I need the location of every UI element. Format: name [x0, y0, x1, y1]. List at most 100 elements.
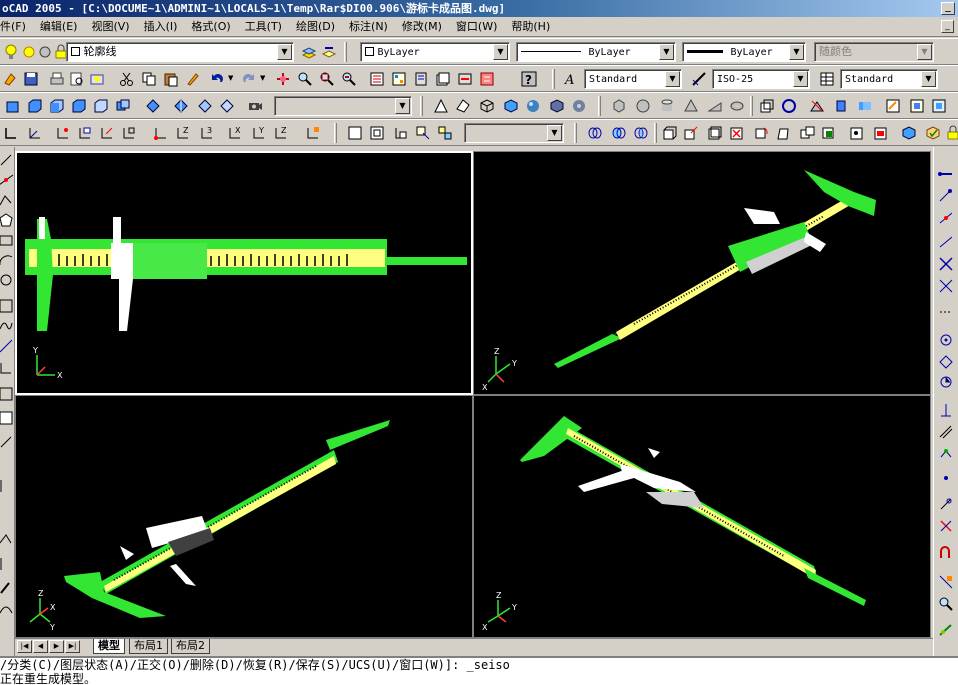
viewport-front[interactable]: Y X — [15, 151, 473, 395]
setup-view-icon[interactable] — [908, 97, 926, 115]
chevron-down-icon[interactable]: ▼ — [493, 44, 508, 60]
menu-format[interactable]: 格式(O) — [184, 17, 237, 37]
clean-icon[interactable] — [872, 124, 890, 142]
markup-icon[interactable] — [456, 70, 474, 88]
next-tab-icon[interactable]: ▶ — [49, 640, 64, 653]
scale-icon[interactable] — [937, 331, 955, 349]
chevron-down-icon[interactable]: ▼ — [659, 44, 674, 60]
toolbar-grip[interactable] — [344, 42, 347, 62]
ucs-dialog-icon[interactable] — [346, 124, 364, 142]
front-view-icon[interactable] — [92, 97, 110, 115]
point-icon[interactable] — [0, 409, 15, 427]
line-icon[interactable] — [0, 151, 15, 169]
make-block-icon[interactable] — [0, 385, 15, 403]
mesh-box-icon[interactable] — [548, 97, 566, 115]
properties-icon[interactable] — [368, 70, 386, 88]
rotate-icon[interactable] — [937, 303, 955, 321]
chevron-down-icon[interactable]: ▼ — [921, 71, 936, 87]
ucs-view-icon[interactable] — [120, 124, 138, 142]
fillet-edge-icon[interactable] — [937, 543, 955, 561]
linetype-dropdown[interactable]: ByLayer ▼ — [516, 42, 676, 62]
interfere-icon[interactable] — [856, 97, 874, 115]
command-line[interactable]: /分类(C)/图层状态(A)/正交(O)/删除(D)/恢复(R)/保存(S)/U… — [0, 656, 958, 685]
sw-iso-view-icon[interactable] — [144, 97, 162, 115]
left-view-icon[interactable] — [48, 97, 66, 115]
move-ucs-icon[interactable] — [414, 124, 432, 142]
chevron-down-icon[interactable]: ▼ — [260, 74, 265, 82]
menu-modify[interactable]: 修改(M) — [395, 17, 449, 37]
insert-block-icon[interactable] — [0, 359, 15, 377]
chevron-down-icon[interactable]: ▼ — [789, 44, 804, 60]
ucs-orthographic-icon[interactable] — [392, 124, 410, 142]
stretch-icon[interactable] — [937, 353, 955, 371]
viewport-ne-iso[interactable]: Z Y X — [473, 395, 931, 638]
spline-icon[interactable] — [0, 317, 15, 335]
redo-icon[interactable] — [240, 70, 258, 88]
layer-dropdown[interactable]: 轮廓线 ▼ — [66, 42, 294, 62]
move-icon[interactable] — [937, 277, 955, 295]
menu-dimension[interactable]: 标注(N) — [342, 17, 395, 37]
delete-faces-icon[interactable] — [728, 124, 746, 142]
zoom-window-icon[interactable] — [318, 70, 336, 88]
tab-model[interactable]: 模型 — [93, 639, 125, 654]
top-view-icon[interactable] — [4, 97, 22, 115]
paste-icon[interactable] — [162, 70, 180, 88]
extrude-faces-icon[interactable] — [660, 124, 678, 142]
rectangle-icon[interactable] — [0, 231, 15, 249]
chevron-down-icon[interactable]: ▼ — [917, 44, 932, 60]
shell-icon[interactable] — [900, 124, 918, 142]
chevron-down-icon[interactable]: ▼ — [228, 74, 233, 82]
mdi-minimize-button[interactable]: _ — [941, 20, 954, 33]
toolbar-grip[interactable] — [598, 96, 601, 116]
ne-iso-view-icon[interactable] — [196, 97, 214, 115]
solid-torus-icon[interactable] — [728, 97, 746, 115]
taper-faces-icon[interactable] — [774, 124, 792, 142]
sphere-surface-icon[interactable] — [524, 97, 542, 115]
se-iso-view-icon[interactable] — [172, 97, 190, 115]
text-icon[interactable] — [0, 579, 15, 597]
lineweight-dropdown[interactable]: ByLayer ▼ — [682, 42, 806, 62]
print-icon[interactable] — [48, 70, 66, 88]
menu-tools[interactable]: 工具(T) — [238, 17, 289, 37]
menu-window[interactable]: 窗口(W) — [449, 17, 504, 37]
toolbar-grip[interactable] — [552, 69, 555, 89]
toolbar-grip[interactable] — [654, 123, 657, 143]
back-view-icon[interactable] — [114, 97, 132, 115]
box-surface-icon[interactable] — [502, 97, 520, 115]
ucs-origin-icon[interactable] — [152, 124, 170, 142]
slice-icon[interactable] — [808, 97, 826, 115]
zoom-icon[interactable] — [937, 595, 955, 613]
setup-drawing-icon[interactable] — [884, 97, 902, 115]
nw-iso-view-icon[interactable] — [218, 97, 236, 115]
table-style-icon[interactable] — [818, 70, 836, 88]
zoom-realtime-icon[interactable] — [296, 70, 314, 88]
torus-surface-icon[interactable] — [570, 97, 588, 115]
region-icon[interactable] — [0, 477, 15, 495]
menu-view[interactable]: 视图(V) — [84, 17, 136, 37]
solid-cylinder-icon[interactable] — [658, 97, 676, 115]
2d-solid-icon[interactable] — [432, 97, 450, 115]
table-icon[interactable] — [0, 531, 15, 549]
move-faces-icon[interactable] — [682, 124, 700, 142]
extend-icon[interactable] — [937, 401, 955, 419]
make-current-layer-icon[interactable] — [320, 43, 338, 61]
array-icon[interactable] — [937, 255, 955, 273]
trim-icon[interactable] — [937, 373, 955, 391]
copy-object-icon[interactable] — [937, 187, 955, 205]
named-ucs-icon[interactable] — [368, 124, 386, 142]
subtract-icon[interactable] — [610, 124, 628, 142]
copy-icon[interactable] — [140, 70, 158, 88]
break-icon[interactable] — [937, 423, 955, 441]
match-properties-icon[interactable] — [184, 70, 202, 88]
right-view-icon[interactable] — [70, 97, 88, 115]
hatch-icon[interactable] — [0, 433, 15, 451]
section-icon[interactable] — [832, 97, 850, 115]
construction-line-icon[interactable] — [0, 171, 15, 189]
solid-sphere-icon[interactable] — [634, 97, 652, 115]
check-icon[interactable] — [924, 124, 942, 142]
color-dropdown[interactable]: ByLayer ▼ — [360, 42, 510, 62]
chevron-down-icon[interactable]: ▼ — [665, 71, 680, 87]
union-icon[interactable] — [586, 124, 604, 142]
ucs-x-rotate-icon[interactable]: X — [226, 124, 244, 142]
offset-faces-icon[interactable] — [706, 124, 724, 142]
